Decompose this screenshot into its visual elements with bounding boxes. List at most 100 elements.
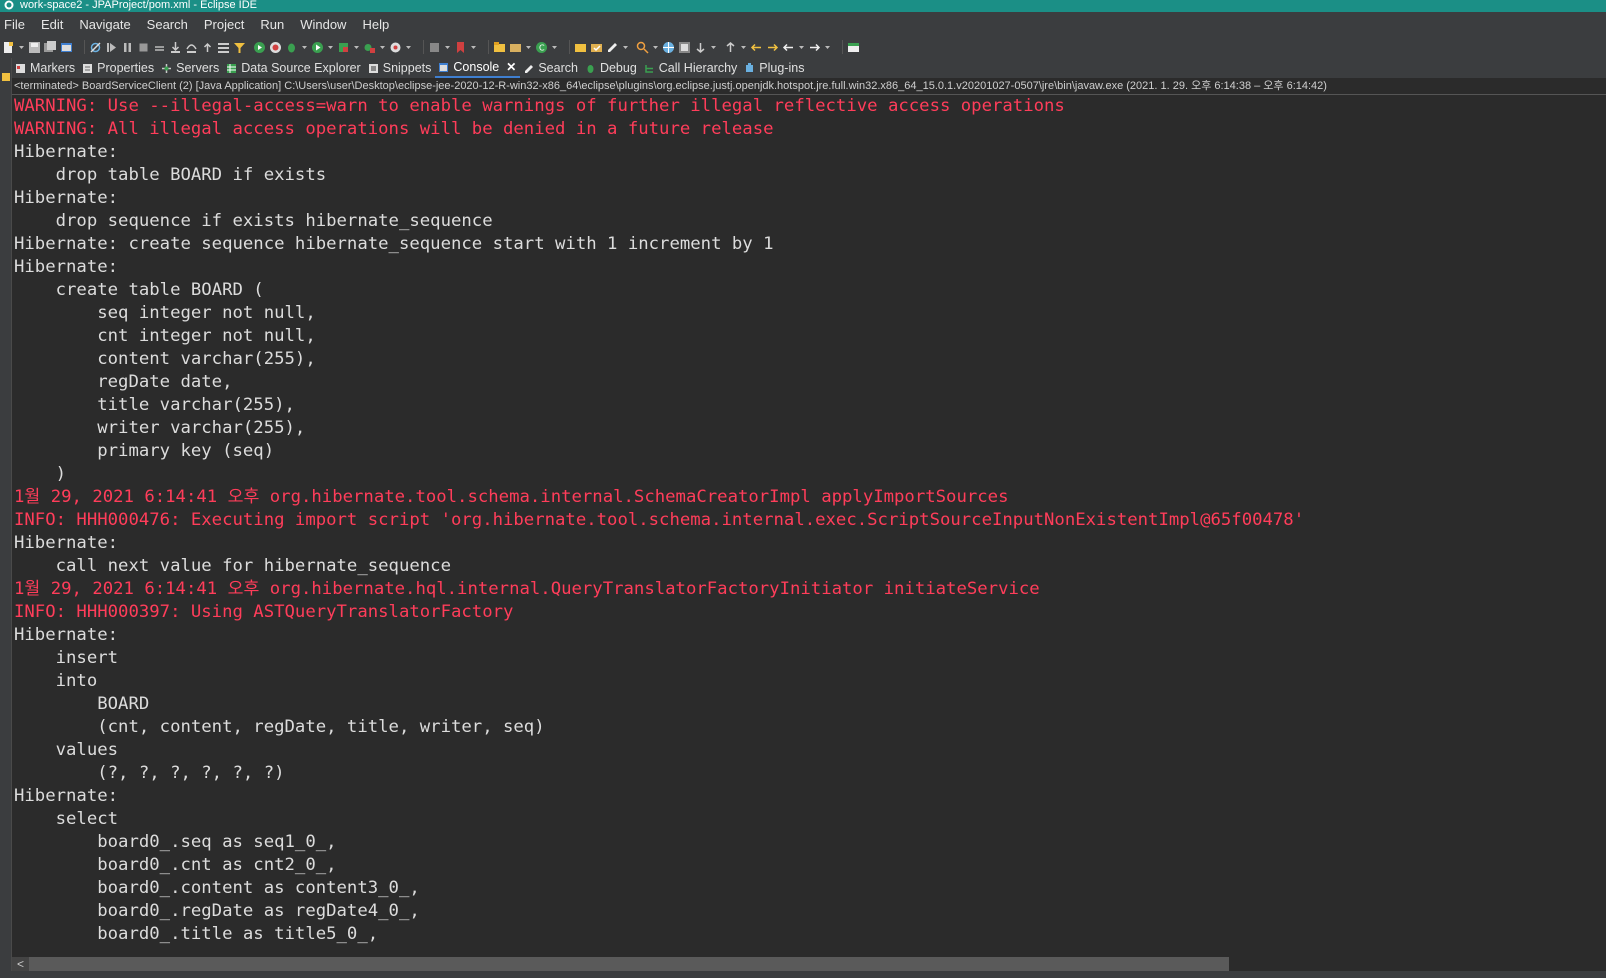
new-icon[interactable] [2,41,15,54]
properties-icon [83,63,93,73]
console-line: Hibernate: [14,533,129,553]
menu-help[interactable]: Help [359,17,401,32]
use-step-filters-icon[interactable] [233,41,246,54]
console-line: cnt integer not null, [14,326,316,346]
open-task-icon[interactable] [590,41,603,54]
tab-plugins[interactable]: Plug-ins [741,58,808,78]
next-annotation-icon[interactable] [694,41,707,54]
coverage-icon[interactable] [337,41,350,54]
suspend-icon[interactable] [121,41,134,54]
external-tools-icon[interactable] [363,41,376,54]
search-toolbar-icon[interactable] [636,41,649,54]
menu-window[interactable]: Window [297,17,358,32]
menu-navigate[interactable]: Navigate [76,17,142,32]
chevron-down-icon[interactable] [710,41,717,54]
new-java-project-icon[interactable] [493,41,506,54]
chevron-down-icon[interactable] [444,41,451,54]
back-icon[interactable] [782,41,795,54]
chevron-down-icon[interactable] [622,41,629,54]
tab-markers[interactable]: Markers [12,58,79,78]
chevron-down-icon[interactable] [470,41,477,54]
tab-label: Call Hierarchy [658,61,738,75]
data-source-icon [227,63,237,73]
tab-label: Properties [97,61,155,75]
chevron-down-icon[interactable] [327,41,334,54]
previous-annotation-icon[interactable] [724,41,737,54]
tab-servers[interactable]: Servers [158,58,223,78]
open-perspective-icon[interactable] [678,41,691,54]
console-line-error: WARNING: All illegal access operations w… [14,119,774,139]
minimized-view-icon[interactable] [1,72,11,82]
terminal-icon[interactable] [60,41,73,54]
pen-icon[interactable] [606,41,619,54]
menu-project[interactable]: Project [201,17,256,32]
profile-icon[interactable] [389,41,402,54]
menu-edit[interactable]: Edit [38,17,75,32]
window-title: work-space2 - JPAProject/pom.xml - Eclip… [20,0,257,11]
last-edit-location-icon[interactable] [750,41,763,54]
skip-breakpoints-icon[interactable] [89,41,102,54]
bookmark-icon[interactable] [454,41,467,54]
chevron-down-icon[interactable] [405,41,412,54]
chevron-down-icon[interactable] [551,41,558,54]
chevron-down-icon[interactable] [353,41,360,54]
console-line: (?, ?, ?, ?, ?, ?) [14,763,285,783]
tab-label: Snippets [382,61,432,75]
chevron-down-icon[interactable] [525,41,532,54]
step-over-icon[interactable] [185,41,198,54]
new-package-icon[interactable] [509,41,522,54]
menu-search[interactable]: Search [144,17,200,32]
globe-icon[interactable] [662,41,675,54]
tab-debug[interactable]: Debug [582,58,641,78]
new-class-icon[interactable]: C [535,41,548,54]
publish-icon[interactable] [269,41,282,54]
console-line: board0_.cnt as cnt2_0_, [14,855,337,875]
save-all-icon[interactable] [44,40,57,54]
chevron-down-icon[interactable] [824,41,831,54]
chevron-down-icon[interactable] [740,41,747,54]
step-into-icon[interactable] [169,41,182,54]
resume-icon[interactable] [105,41,118,54]
tab-snippets[interactable]: Snippets [365,58,436,78]
console-line-error: INFO: HHH000476: Executing import script… [14,510,1305,530]
back-forward-icon[interactable] [766,41,779,54]
close-icon[interactable]: ✕ [506,60,516,74]
menu-bar: File Edit Navigate Search Project Run Wi… [0,12,1606,36]
chevron-down-icon[interactable] [18,41,25,54]
open-type-icon[interactable] [574,41,587,54]
menu-run[interactable]: Run [257,17,296,32]
step-return-icon[interactable] [201,41,214,54]
chevron-down-icon[interactable] [652,41,659,54]
console-line: writer varchar(255), [14,418,306,438]
disconnect-icon[interactable] [153,41,166,54]
tab-properties[interactable]: Properties [79,58,158,78]
tab-data-source-explorer[interactable]: Data Source Explorer [223,58,365,78]
tab-console[interactable]: Console ✕ [435,58,521,78]
drop-to-frame-icon[interactable] [217,41,230,54]
console-output[interactable]: WARNING: Use --illegal-access=warn to en… [12,95,1606,957]
chevron-down-icon[interactable] [301,41,308,54]
menu-file[interactable]: File [1,17,37,32]
call-hierarchy-icon [645,64,653,73]
debug-launch-icon[interactable] [285,41,298,54]
terminate-icon[interactable] [137,41,150,54]
tab-label: Debug [599,61,637,75]
tab-search[interactable]: Search [520,58,582,78]
stop-icon[interactable] [428,41,441,54]
snippets-icon [368,63,378,73]
run-icon[interactable] [311,41,324,54]
console-line: select [14,809,119,829]
scrollbar-thumb[interactable] [29,957,1229,971]
title-bar: work-space2 - JPAProject/pom.xml - Eclip… [0,0,1606,12]
save-icon[interactable] [28,41,41,54]
start-server-icon[interactable] [253,41,266,54]
chevron-down-icon[interactable] [798,41,805,54]
horizontal-scrollbar[interactable]: < [12,957,1606,971]
console-line: values [14,740,119,760]
tab-call-hierarchy[interactable]: Call Hierarchy [641,58,742,78]
chevron-down-icon[interactable] [379,41,386,54]
pin-editor-icon[interactable] [847,41,860,54]
tab-label: Servers [176,61,220,75]
forward-icon[interactable] [808,41,821,54]
scroll-left-icon[interactable]: < [12,957,29,971]
